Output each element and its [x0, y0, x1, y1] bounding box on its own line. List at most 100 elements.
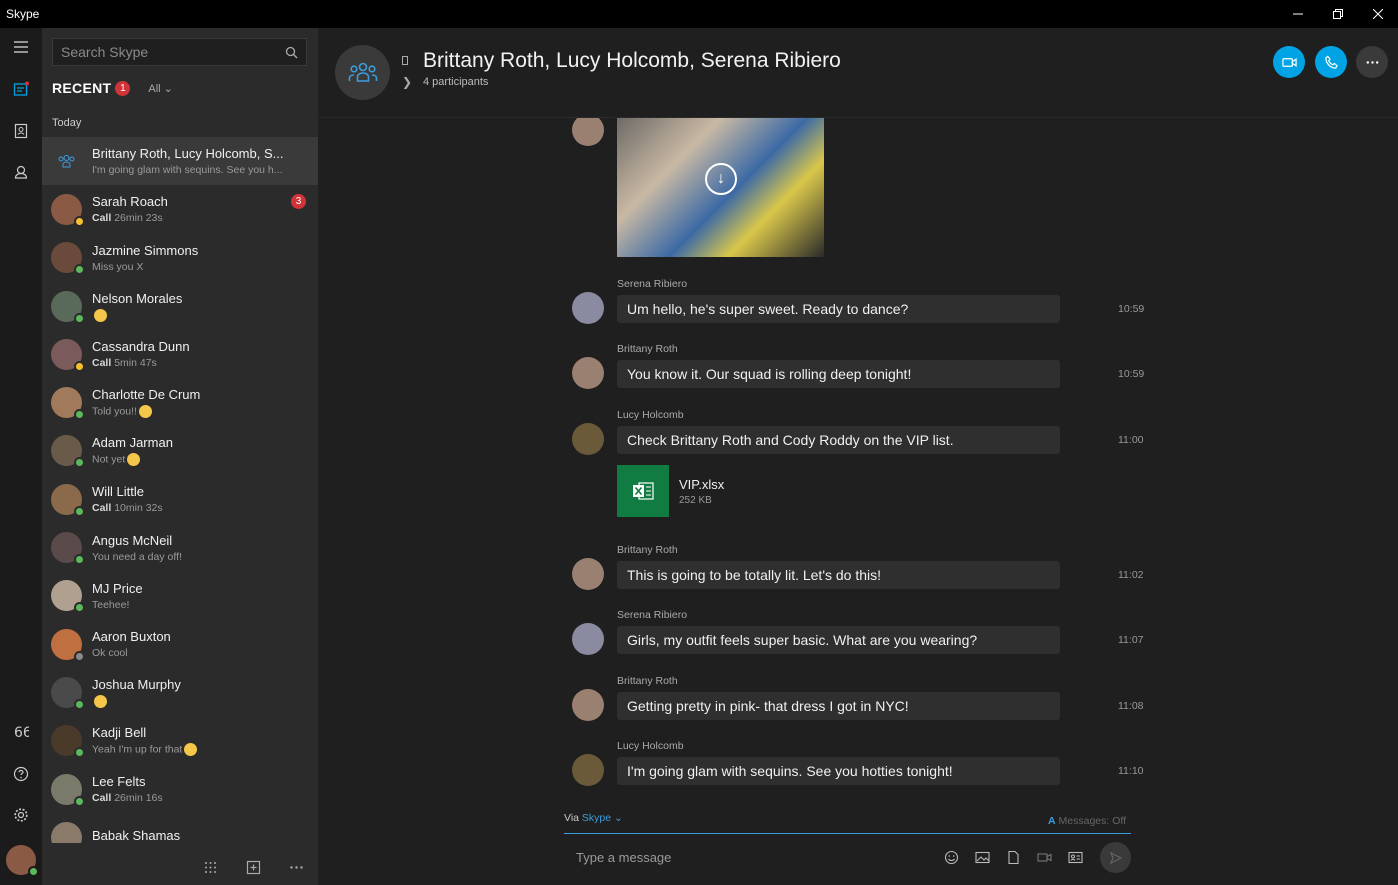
- message-avatar[interactable]: [572, 118, 604, 146]
- shared-photo[interactable]: ↓: [617, 118, 824, 257]
- message-input[interactable]: [576, 850, 916, 865]
- conversation-name: MJ Price: [92, 580, 143, 596]
- emoticon-button[interactable]: [944, 850, 962, 866]
- conversation-item[interactable]: Angus McNeil You need a day off!: [42, 523, 318, 571]
- group-icon: [58, 154, 75, 168]
- svg-text:66: 66: [14, 725, 29, 740]
- conversation-item[interactable]: Kadji Bell Yeah I'm up for that: [42, 717, 318, 765]
- conversation-item[interactable]: Brittany Roth, Lucy Holcomb, S... I'm goi…: [42, 137, 318, 186]
- participants-count[interactable]: 4 participants: [423, 76, 488, 88]
- conversation-preview: Miss you X: [92, 260, 144, 273]
- search-box[interactable]: [52, 38, 307, 66]
- message-time: 10:59: [1118, 368, 1145, 380]
- video-message-button[interactable]: [1037, 850, 1055, 866]
- message-bubble[interactable]: This is going to be totally lit. Let's d…: [617, 561, 1060, 589]
- file-attachment[interactable]: VIP.xlsx 252 KB: [617, 465, 724, 517]
- close-icon: [1373, 9, 1383, 19]
- dialpad-icon[interactable]: [203, 860, 218, 875]
- conversation-name: Jazmine Simmons: [92, 242, 199, 258]
- conversation-name: Cassandra Dunn: [92, 339, 190, 355]
- via-link[interactable]: Skype: [582, 812, 611, 824]
- conversation-name: Adam Jarman: [92, 435, 173, 451]
- message-avatar[interactable]: [572, 357, 604, 389]
- conversation-item[interactable]: Sarah Roach Call 26min 23s 3: [42, 185, 318, 233]
- conversation-name: Joshua Murphy: [92, 676, 181, 692]
- conversation-name: Angus McNeil: [92, 532, 173, 548]
- chevron-right-icon[interactable]: ❯: [402, 75, 412, 89]
- message-bubble[interactable]: Um hello, he's super sweet. Ready to dan…: [617, 295, 1060, 323]
- bots-nav[interactable]: [0, 155, 42, 189]
- presence-indicator: [74, 602, 85, 614]
- call-label: Call: [92, 357, 112, 370]
- message-avatar[interactable]: [572, 754, 604, 786]
- title-bar: Skype: [0, 0, 1398, 28]
- compose-area: Via Skype ⌄ A Messages: Off: [318, 806, 1398, 885]
- new-chat-icon[interactable]: [246, 860, 261, 875]
- conversation-item[interactable]: Aaron Buxton Ok cool: [42, 620, 318, 668]
- more-options-button[interactable]: [1356, 46, 1388, 78]
- filter-dropdown[interactable]: All ⌄: [148, 82, 173, 95]
- conversation-item[interactable]: Joshua Murphy: [42, 668, 318, 716]
- emoji-icon: [944, 850, 959, 865]
- conversation-item[interactable]: Adam Jarman Not yet: [42, 427, 318, 475]
- message-avatar[interactable]: [572, 292, 604, 324]
- send-file-button[interactable]: [1006, 850, 1024, 866]
- minimize-button[interactable]: [1278, 0, 1318, 28]
- video-call-button[interactable]: [1273, 46, 1305, 78]
- conversation-item[interactable]: MJ Price Teehee!: [42, 572, 318, 620]
- recent-chats-nav[interactable]: [0, 72, 42, 106]
- conversation-name: Babak Shamas: [92, 828, 181, 843]
- hamburger-menu-button[interactable]: [0, 30, 42, 64]
- close-button[interactable]: [1358, 0, 1398, 28]
- search-icon[interactable]: [285, 46, 298, 59]
- group-avatar[interactable]: [335, 45, 390, 100]
- bot-icon: [14, 165, 28, 179]
- conversation-name: Aaron Buxton: [92, 629, 171, 645]
- presence-indicator: [74, 650, 85, 662]
- message-bubble[interactable]: Girls, my outfit feels super basic. What…: [617, 626, 1060, 654]
- contacts-nav[interactable]: [0, 114, 42, 148]
- more-icon[interactable]: [289, 860, 304, 875]
- message-bubble[interactable]: Getting pretty in pink- that dress I got…: [617, 692, 1060, 720]
- message-time: 11:10: [1118, 765, 1144, 777]
- via-selector[interactable]: Via Skype ⌄: [564, 812, 623, 824]
- conversation-name: Charlotte De Crum: [92, 387, 201, 403]
- quote-nav[interactable]: 66: [0, 715, 42, 749]
- message-avatar[interactable]: [572, 558, 604, 590]
- video-message-icon: [1037, 853, 1052, 862]
- send-button[interactable]: [1100, 842, 1131, 873]
- message-bubble[interactable]: I'm going glam with sequins. See you hot…: [617, 757, 1060, 785]
- restore-button[interactable]: [1318, 0, 1358, 28]
- message-sender: Brittany Roth: [617, 343, 678, 355]
- sidebar: RECENT 1 All ⌄ Today Brittany Roth, Lucy…: [42, 28, 318, 885]
- audio-call-button[interactable]: [1315, 46, 1347, 78]
- message-bubble[interactable]: You know it. Our squad is rolling deep t…: [617, 360, 1060, 388]
- conversation-item[interactable]: Cassandra Dunn Call 5min 47s: [42, 330, 318, 378]
- bookmark-icon[interactable]: [402, 56, 408, 65]
- search-input[interactable]: [61, 44, 285, 60]
- send-contact-button[interactable]: [1068, 850, 1086, 866]
- message-bubble[interactable]: Check Brittany Roth and Cody Roddy on th…: [617, 426, 1060, 454]
- message-sender: Serena Ribiero: [617, 609, 688, 621]
- conversation-name: Will Little: [92, 484, 145, 500]
- messages-status[interactable]: A Messages: Off: [1048, 815, 1126, 827]
- chat-title: Brittany Roth, Lucy Holcomb, Serena Ribi…: [423, 49, 841, 72]
- message-avatar[interactable]: [572, 423, 604, 455]
- section-label-today: Today: [52, 117, 82, 129]
- conversation-item[interactable]: Lee Felts Call 26min 16s: [42, 765, 318, 813]
- profile-avatar[interactable]: [6, 845, 39, 877]
- conversation-item[interactable]: Charlotte De Crum Told you!!: [42, 378, 318, 426]
- message-avatar[interactable]: [572, 623, 604, 655]
- message-avatar[interactable]: [572, 689, 604, 721]
- chevron-down-icon: ⌄: [163, 82, 173, 95]
- conversation-name: Nelson Morales: [92, 290, 183, 306]
- conversation-item[interactable]: Nelson Morales: [42, 282, 318, 330]
- conversation-item[interactable]: Will Little Call 10min 32s: [42, 475, 318, 523]
- conversation-item[interactable]: Babak Shamas: [42, 813, 318, 843]
- send-image-button[interactable]: [975, 850, 993, 866]
- send-icon: [1109, 851, 1122, 864]
- download-icon[interactable]: ↓: [705, 163, 737, 195]
- conversation-item[interactable]: Jazmine Simmons Miss you X: [42, 234, 318, 282]
- settings-nav[interactable]: [0, 798, 42, 832]
- help-nav[interactable]: [0, 757, 42, 791]
